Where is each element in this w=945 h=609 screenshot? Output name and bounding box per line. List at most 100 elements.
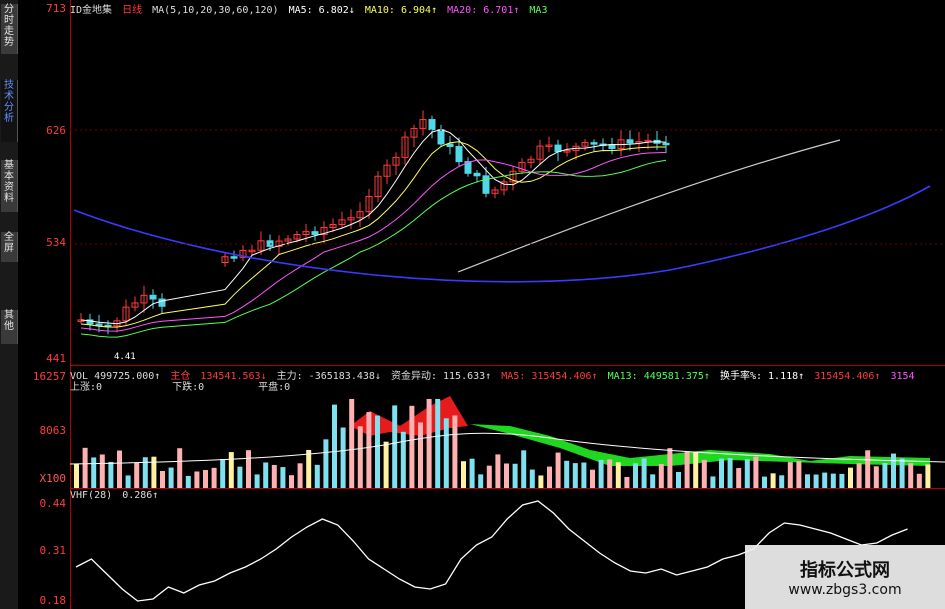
volume-bar	[521, 450, 527, 489]
ma30-line	[80, 159, 667, 338]
volume-bar	[830, 473, 836, 489]
volume-bar	[306, 449, 312, 489]
volume-bar	[796, 461, 802, 489]
volume-bar	[108, 461, 114, 489]
volume-bar	[160, 470, 165, 489]
volume-bar	[91, 457, 97, 489]
shang-zhang: 上涨:0	[70, 382, 103, 393]
candle-body	[149, 294, 157, 300]
ma20-value: MA20: 6.701↑	[447, 5, 520, 16]
volume-panel[interactable]: VOL 499725.000↑ 主仓 134541.563↓ 主力: -3651…	[70, 365, 945, 489]
volume-bar	[375, 415, 380, 489]
volume-bar	[289, 475, 294, 489]
volume-bar	[426, 399, 432, 489]
volume-bar	[74, 463, 79, 489]
volume-bar	[727, 458, 733, 489]
tab-technical-label: 技术分析	[4, 80, 14, 124]
volume-bar	[633, 463, 638, 489]
volume-bar	[529, 469, 535, 489]
volume-bar	[340, 427, 346, 489]
candle-body	[482, 175, 490, 194]
volume-bar	[607, 459, 613, 489]
volume-bar	[581, 462, 587, 489]
volume-bar	[805, 474, 810, 489]
volume-bar	[203, 470, 208, 489]
tab-other[interactable]: 其他	[1, 310, 18, 344]
candle-body	[554, 144, 562, 153]
tab-technical-analysis[interactable]: 技术分析	[1, 80, 18, 142]
volume-bar	[323, 439, 329, 489]
vhf-tick-031: 0.31	[39, 544, 67, 557]
volume-bar	[194, 471, 200, 489]
volume-bar	[555, 452, 561, 489]
turnover-value: 换手率%: 1.118↑	[719, 371, 805, 382]
volume-bar	[134, 462, 140, 489]
vol-ma5-value: MA5: 315454.406↑	[501, 371, 598, 382]
volume-bar	[82, 447, 88, 489]
volume-bar	[891, 453, 896, 489]
volume-bar	[504, 463, 509, 489]
watermark-url: www.zbgs3.com	[788, 582, 902, 598]
xia-die: 下跌:0	[172, 382, 205, 393]
volume-bar	[839, 473, 845, 489]
volume-bar	[547, 466, 552, 489]
volume-bar	[237, 466, 243, 489]
volume-bar	[925, 464, 931, 489]
volume-bar	[228, 452, 234, 489]
vhf-tick-044: 0.44	[39, 497, 67, 510]
candle-body	[428, 119, 436, 131]
volume-bar	[435, 399, 441, 489]
volume-bar	[719, 458, 724, 489]
tab-fundamentals-label: 基本资料	[4, 160, 14, 204]
volume-bar	[314, 464, 320, 489]
volume-bar	[125, 475, 131, 489]
volume-tick-16257: 16257	[32, 370, 66, 383]
volume-bar	[168, 467, 174, 489]
tab-intraday[interactable]: 分时走势	[1, 4, 18, 54]
volume-bar	[615, 462, 621, 489]
ma5-line	[80, 128, 667, 325]
volume-bar	[813, 474, 819, 489]
period-label: 日线	[122, 5, 143, 16]
volume-bar	[469, 458, 475, 489]
volume-bar	[246, 450, 251, 489]
watermark-title: 指标公式网	[800, 560, 890, 581]
vhf-header: VHF(28) 0.286↑	[70, 490, 162, 501]
volume-bar	[848, 467, 853, 489]
volume-bar	[572, 463, 578, 489]
volume-bar	[512, 463, 518, 489]
tab-fullscreen[interactable]: 全屏	[1, 232, 18, 262]
volume-bar	[538, 475, 544, 489]
price-header: ID金地集 日线 MA(5,10,20,30,60,120) MA5: 6.80…	[70, 1, 551, 16]
volume-bar	[701, 459, 707, 489]
volume-bar	[99, 454, 105, 489]
volume-bar	[443, 418, 449, 489]
volume-bar	[667, 448, 673, 489]
volume-bar	[151, 456, 157, 489]
volume-bar	[882, 463, 888, 489]
stock-chart-window: 分时走势 技术分析 基本资料 全屏 其他 713 626 534 441 162…	[0, 0, 945, 609]
volume-bar	[211, 467, 217, 489]
watermark-banner: 指标公式网 www.zbgs3.com	[745, 545, 945, 609]
volume-bar	[332, 404, 337, 489]
volume-tick-8063: 8063	[39, 424, 67, 437]
volume-bar	[650, 474, 656, 489]
volume-bar	[856, 463, 862, 489]
y-axis-column: 713 626 534 441 16257 8063 X100 0.44 0.3…	[18, 0, 71, 609]
ma120-line	[73, 185, 931, 283]
volume-bar	[916, 473, 922, 489]
price-panel[interactable]: ID金地集 日线 MA(5,10,20,30,60,120) MA5: 6.80…	[70, 0, 945, 365]
tab-fundamentals[interactable]: 基本资料	[1, 160, 18, 212]
volume-bar	[366, 412, 372, 489]
volume-bar	[787, 462, 793, 489]
volume-bar	[693, 451, 699, 489]
volume-subheader: 上涨:0 下跌:0 平盘:0	[70, 378, 294, 393]
volume-bar	[744, 459, 750, 489]
volume-tick-x100: X100	[39, 472, 67, 485]
volume-bar	[392, 405, 398, 489]
tab-fullscreen-label: 全屏	[4, 232, 14, 254]
volume-bar	[865, 450, 871, 489]
candle-body	[473, 172, 481, 177]
price-tick-534: 534	[46, 236, 66, 249]
volume-bar	[676, 471, 681, 489]
